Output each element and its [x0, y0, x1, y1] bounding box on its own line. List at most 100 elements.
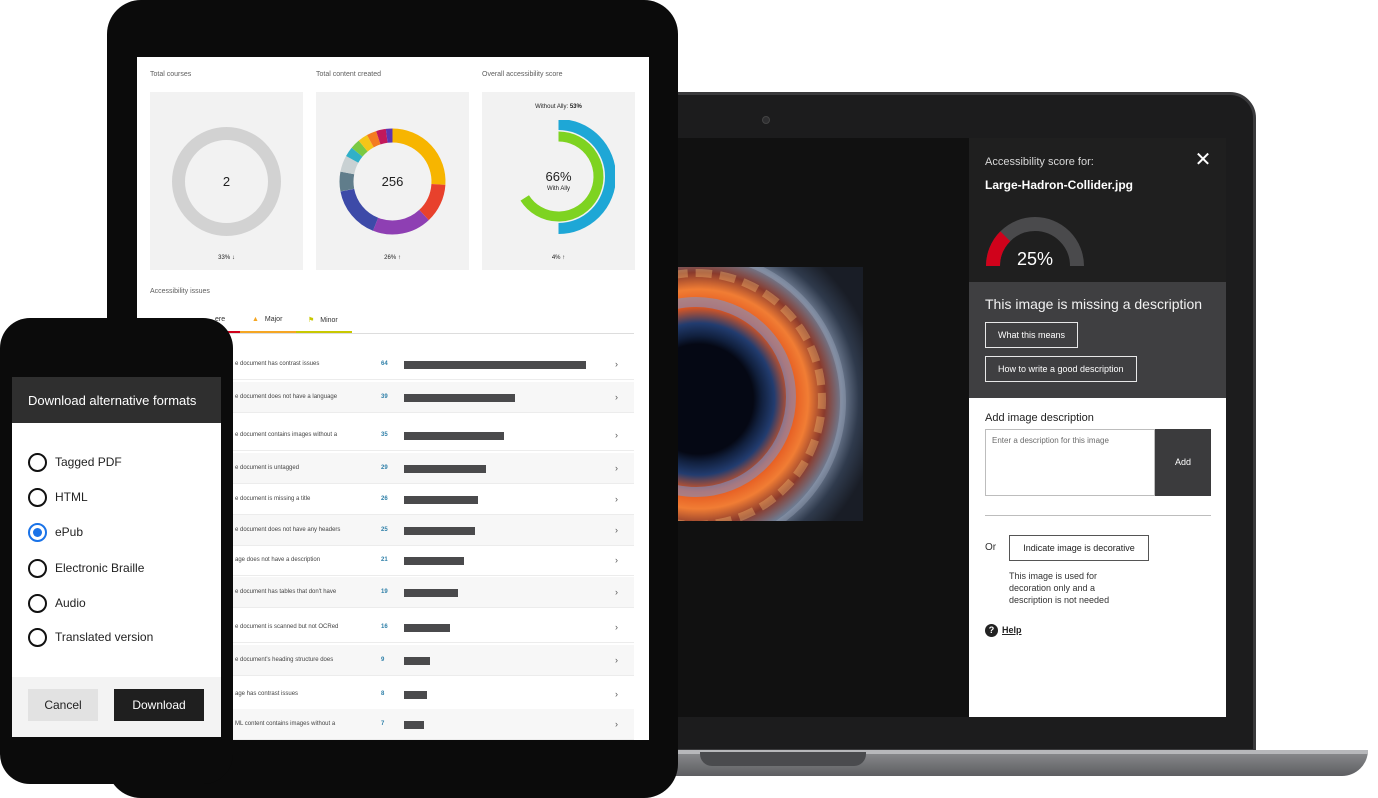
donut-segment	[373, 209, 429, 235]
total-courses-change: 33% ↓	[218, 255, 235, 261]
radio-epub[interactable]	[28, 523, 47, 542]
chevron-right-icon[interactable]: ›	[615, 392, 618, 402]
download-button[interactable]: Download	[114, 689, 204, 721]
issue-text: age has contrast issues	[235, 691, 299, 697]
description-placeholder: Enter a description for this image	[992, 436, 1109, 445]
warning-icon: ▲	[252, 316, 259, 323]
close-icon[interactable]: ✕	[1193, 150, 1213, 170]
tab-major[interactable]: ▲ Major	[252, 316, 282, 323]
radio-translated-version[interactable]	[28, 628, 47, 647]
chevron-right-icon[interactable]: ›	[615, 463, 618, 473]
issue-text: e document is untagged	[235, 465, 300, 471]
issue-count: 9	[381, 657, 385, 663]
indicate-decorative-button[interactable]: Indicate image is decorative	[1009, 535, 1149, 561]
tab-major-label: Major	[264, 316, 283, 323]
total-content-change: 26% ↑	[384, 255, 401, 261]
chevron-right-icon[interactable]: ›	[615, 525, 618, 535]
chevron-right-icon[interactable]: ›	[615, 622, 618, 632]
donut-segment	[346, 147, 363, 163]
total-content-value: 256	[381, 174, 404, 189]
chevron-right-icon[interactable]: ›	[615, 555, 618, 565]
radio-audio[interactable]	[28, 594, 47, 613]
chevron-right-icon[interactable]: ›	[615, 655, 618, 665]
collider-photo	[676, 267, 863, 521]
panel-filename: Large-Hadron-Collider.jpg	[985, 178, 1134, 192]
laptop-camera	[762, 116, 770, 124]
overall-score-change: 4% ↑	[551, 255, 566, 261]
option-label: Translated version	[55, 630, 154, 644]
issue-bar	[404, 589, 458, 597]
help-icon[interactable]: ?	[985, 624, 998, 637]
cancel-button[interactable]: Cancel	[28, 689, 98, 721]
issue-count: 19	[381, 589, 388, 595]
donut-segment	[376, 128, 388, 145]
total-content-card[interactable]: 256 26% ↑	[316, 92, 469, 270]
missing-description-text: This image is missing a description	[985, 296, 1203, 312]
issue-bar	[404, 657, 430, 665]
without-ally-label: Without Ally: 53%	[482, 104, 635, 110]
chevron-right-icon[interactable]: ›	[615, 359, 618, 369]
issue-bar	[404, 721, 424, 729]
decorative-note: This image is used for decoration only a…	[1009, 571, 1110, 605]
issue-text: e document does not have any headers	[235, 527, 341, 533]
issue-text: e document contains images without a	[235, 432, 338, 438]
or-label: Or	[985, 542, 997, 553]
flag-icon: ⚑	[308, 317, 315, 324]
donut-segment	[358, 135, 374, 152]
chevron-right-icon[interactable]: ›	[615, 689, 618, 699]
accessibility-panel: Accessibility score for: Large-Hadron-Co…	[969, 138, 1226, 717]
add-description-label: Add image description	[985, 412, 1094, 424]
overall-score-title: Overall accessibility score	[482, 71, 563, 78]
total-courses-title: Total courses	[150, 71, 192, 78]
phone-screen: Download alternative formats Tagged PDF …	[12, 377, 221, 737]
how-to-write-button[interactable]: How to write a good description	[985, 356, 1137, 382]
without-ally-value: 53%	[569, 104, 582, 110]
score-gauge-fill	[986, 231, 1011, 267]
with-ally-value: 66%	[545, 169, 572, 184]
panel-header: Accessibility score for: Large-Hadron-Co…	[969, 138, 1226, 282]
tab-minor[interactable]: ⚑ Minor	[308, 316, 338, 324]
chevron-right-icon[interactable]: ›	[615, 719, 618, 729]
chevron-right-icon[interactable]: ›	[615, 587, 618, 597]
laptop-notch	[700, 752, 866, 766]
chevron-right-icon[interactable]: ›	[615, 494, 618, 504]
score-value: 25%	[1016, 249, 1054, 269]
laptop-screen: Accessibility score for: Large-Hadron-Co…	[660, 138, 1226, 717]
issues-title: Accessibility issues	[150, 288, 210, 295]
issue-bar	[404, 361, 586, 369]
issue-bar	[404, 557, 464, 565]
radio-tagged-pdf[interactable]	[28, 453, 47, 472]
tab-minor-label: Minor	[320, 317, 338, 324]
issue-count: 39	[381, 394, 388, 400]
device-showcase: Accessibility score for: Large-Hadron-Co…	[0, 0, 1378, 798]
divider	[985, 515, 1211, 516]
donut-segment	[366, 131, 381, 148]
option-label: Electronic Braille	[55, 561, 145, 575]
help-link[interactable]: Help	[1002, 625, 1022, 635]
total-content-title: Total content created	[316, 71, 381, 78]
description-input[interactable]: Enter a description for this image	[985, 429, 1155, 496]
issue-bar	[404, 432, 504, 440]
issue-count: 8	[381, 691, 385, 697]
issue-bar	[404, 496, 478, 504]
dialog-footer: Cancel Download	[12, 677, 221, 737]
issue-count: 21	[381, 557, 388, 563]
option-label: HTML	[55, 490, 88, 504]
what-this-means-button[interactable]: What this means	[985, 322, 1079, 348]
add-button[interactable]: Add	[1155, 429, 1211, 496]
issue-count: 64	[381, 361, 388, 367]
radio-html[interactable]	[28, 488, 47, 507]
issue-bar	[404, 465, 486, 473]
overall-score-card[interactable]: Without Ally: 53% 66% With Ally 4% ↑	[482, 92, 635, 270]
donut-segment	[340, 188, 379, 231]
issue-text: e document does not have a language	[235, 394, 338, 400]
donut-segment	[340, 155, 359, 175]
radio-electronic-braille[interactable]	[28, 559, 47, 578]
without-ally-text: Without Ally:	[535, 104, 569, 110]
issue-count: 16	[381, 624, 388, 630]
total-courses-card[interactable]: 2 33% ↓	[150, 92, 303, 270]
dialog-header: Download alternative formats	[12, 377, 221, 423]
issue-text: e document is scanned but not OCRed	[235, 624, 339, 630]
chevron-right-icon[interactable]: ›	[615, 430, 618, 440]
issue-count: 29	[381, 465, 388, 471]
